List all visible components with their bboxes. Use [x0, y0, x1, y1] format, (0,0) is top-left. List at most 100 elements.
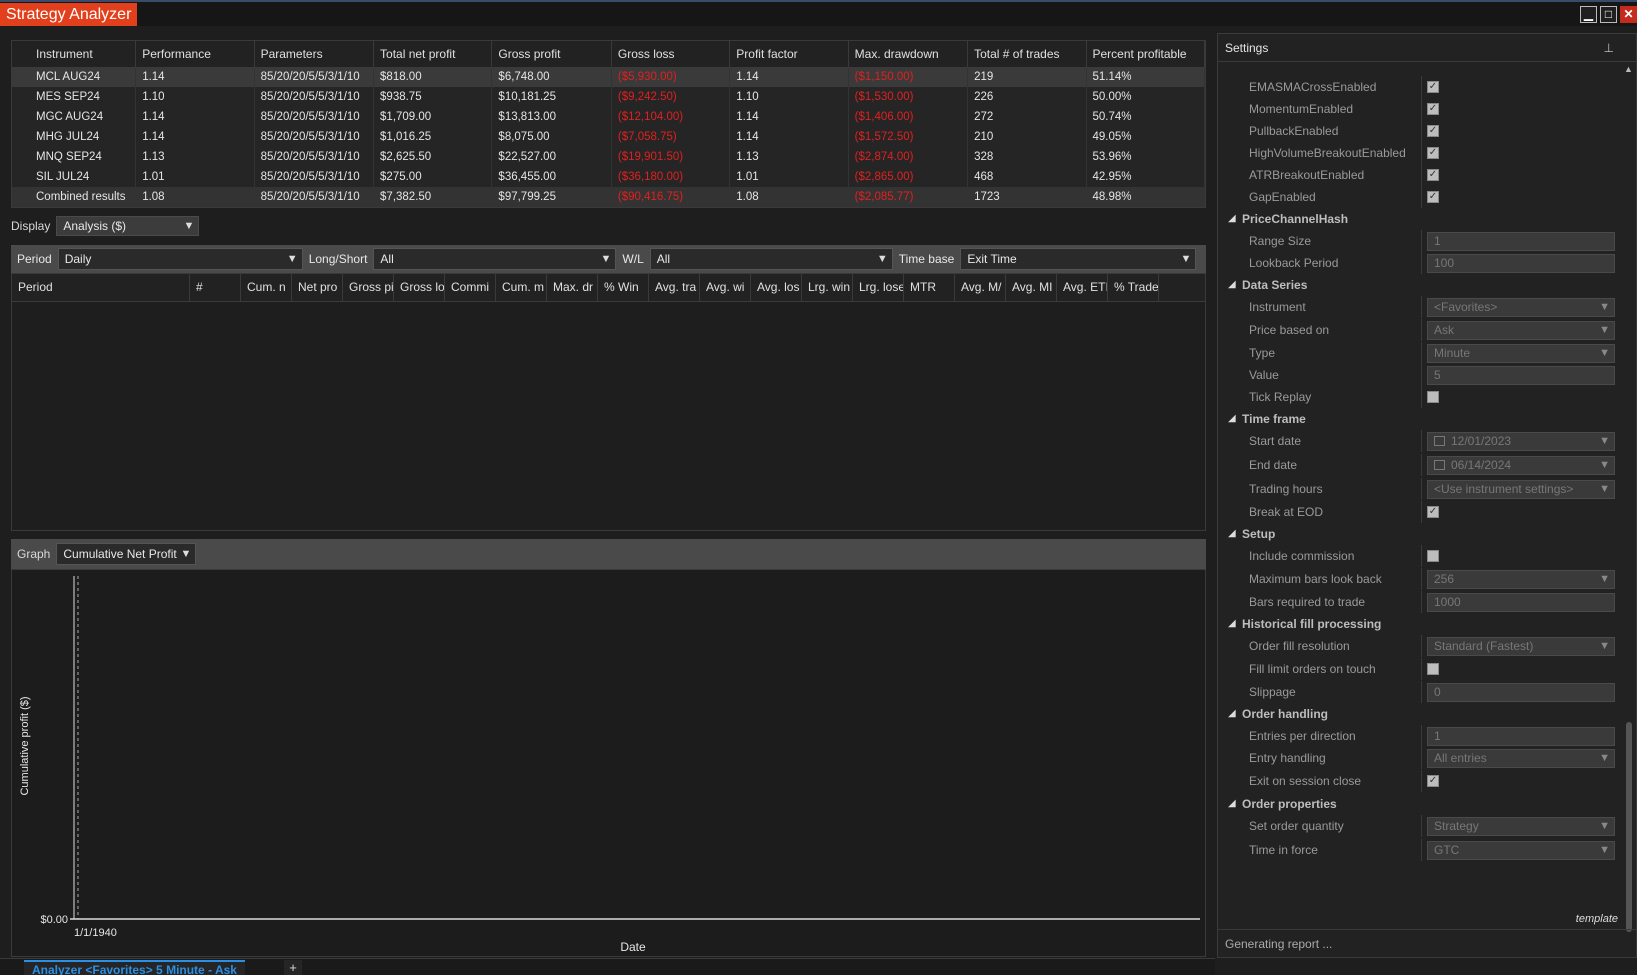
settings-checkbox[interactable]: ✓	[1427, 147, 1439, 159]
settings-select[interactable]: GTC ▼	[1427, 841, 1615, 860]
expand-triangle-icon[interactable]: ◢	[1228, 618, 1236, 629]
results-column-header[interactable]: Profit factor	[729, 41, 849, 68]
scroll-thumb[interactable]	[1626, 722, 1632, 932]
settings-checkbox[interactable]: ✓	[1427, 125, 1439, 137]
scroll-up-icon[interactable]: ▲	[1624, 64, 1633, 74]
graph-type-dropdown[interactable]: Cumulative Net Profit ▼	[56, 543, 197, 565]
settings-category[interactable]: ◢ Order properties	[1218, 793, 1622, 815]
settings-select[interactable]: 06/14/2024 ▼	[1427, 456, 1615, 475]
settings-select[interactable]: All entries ▼	[1427, 749, 1615, 768]
settings-checkbox[interactable]	[1427, 550, 1439, 562]
results-column-header[interactable]: Max. drawdown	[848, 41, 969, 68]
settings-category[interactable]: ◢ Historical fill processing	[1218, 613, 1622, 635]
period-column-header[interactable]: Avg. wi	[700, 274, 751, 301]
settings-select[interactable]: Ask ▼	[1427, 321, 1615, 340]
period-column-header[interactable]: % Win	[598, 274, 649, 301]
settings-category[interactable]: ◢ Data Series	[1218, 274, 1622, 296]
maximize-button[interactable]: □	[1600, 6, 1617, 23]
settings-text-field[interactable]: 1	[1427, 727, 1615, 746]
settings-text-field[interactable]: 1000	[1427, 593, 1615, 612]
results-column-header[interactable]: Gross loss	[611, 41, 731, 68]
results-cell: 1.01	[729, 167, 849, 187]
period-column-header[interactable]: Lrg. lose	[853, 274, 904, 301]
results-row[interactable]: Combined results 1.08 85/20/20/5/5/3/1/10 $…	[12, 187, 1205, 207]
longshort-dropdown[interactable]: All ▼	[373, 248, 617, 270]
results-row[interactable]: SIL JUL24 1.01 85/20/20/5/5/3/1/10 $275.00 $…	[12, 167, 1205, 187]
period-column-header[interactable]: Avg. ETI	[1057, 274, 1108, 301]
settings-text-field[interactable]: 5	[1427, 366, 1615, 385]
template-link[interactable]: template	[1576, 913, 1618, 925]
expand-triangle-icon[interactable]: ◢	[1228, 798, 1236, 809]
settings-text-field[interactable]: 100	[1427, 254, 1615, 273]
period-column-header[interactable]: Cum. m	[496, 274, 547, 301]
period-column-header[interactable]: Avg. MI	[1006, 274, 1057, 301]
settings-value: 256	[1434, 572, 1455, 586]
settings-checkbox[interactable]: ✓	[1427, 506, 1439, 518]
results-column-header[interactable]: Instrument	[12, 41, 137, 68]
settings-text-field[interactable]: 1	[1427, 232, 1615, 251]
results-column-header[interactable]: Total # of trades	[967, 41, 1087, 68]
period-column-header[interactable]: #	[190, 274, 241, 301]
settings-checkbox[interactable]: ✓	[1427, 103, 1439, 115]
settings-category[interactable]: ◢ Time frame	[1218, 408, 1622, 430]
display-dropdown[interactable]: Analysis ($) ▼	[56, 216, 200, 236]
settings-select[interactable]: Standard (Fastest) ▼	[1427, 637, 1615, 656]
expand-triangle-icon[interactable]: ◢	[1228, 413, 1236, 424]
analyzer-tab[interactable]: Analyzer <Favorites> 5 Minute - Ask	[24, 960, 245, 975]
period-dropdown[interactable]: Daily ▼	[57, 248, 303, 270]
settings-select[interactable]: Strategy ▼	[1427, 817, 1615, 836]
expand-triangle-icon[interactable]: ◢	[1228, 279, 1236, 290]
results-column-header[interactable]: Parameters	[254, 41, 375, 68]
period-column-header[interactable]: Cum. n	[241, 274, 292, 301]
settings-checkbox[interactable]	[1427, 391, 1439, 403]
pin-icon[interactable]: ⊥	[1604, 34, 1614, 62]
results-column-header[interactable]: Total net profit	[373, 41, 493, 68]
results-row[interactable]: MNQ SEP24 1.13 85/20/20/5/5/3/1/10 $2,625.5…	[12, 147, 1205, 167]
period-column-header[interactable]: Max. dr	[547, 274, 598, 301]
settings-checkbox[interactable]	[1427, 663, 1439, 675]
results-row[interactable]: MCL AUG24 1.14 85/20/20/5/5/3/1/10 $818.00 $…	[12, 67, 1205, 87]
settings-checkbox[interactable]: ✓	[1427, 81, 1439, 93]
display-label: Display	[11, 219, 51, 233]
period-column-header[interactable]: Avg. tra	[649, 274, 700, 301]
period-column-header[interactable]: Net pro	[292, 274, 343, 301]
period-column-header[interactable]: % Trade	[1108, 274, 1159, 301]
period-column-header[interactable]: MTR	[904, 274, 955, 301]
wl-dropdown[interactable]: All ▼	[649, 248, 893, 270]
settings-select[interactable]: <Use instrument settings> ▼	[1427, 480, 1615, 499]
period-column-header[interactable]: Gross pi	[343, 274, 394, 301]
settings-select[interactable]: <Favorites> ▼	[1427, 298, 1615, 317]
period-column-header[interactable]: Lrg. win	[802, 274, 853, 301]
period-column-header[interactable]: Commi	[445, 274, 496, 301]
results-column-header[interactable]: Percent profitable	[1086, 41, 1205, 68]
close-button[interactable]: ✕	[1620, 6, 1637, 23]
expand-triangle-icon[interactable]: ◢	[1228, 528, 1236, 539]
expand-triangle-icon[interactable]: ◢	[1228, 708, 1236, 719]
settings-category[interactable]: ◢ Order handling	[1218, 703, 1622, 725]
settings-checkbox[interactable]: ✓	[1427, 169, 1439, 181]
settings-checkbox[interactable]: ✓	[1427, 191, 1439, 203]
settings-select[interactable]: 12/01/2023 ▼	[1427, 432, 1615, 451]
minimize-button[interactable]: ▁	[1580, 6, 1597, 23]
add-tab-button[interactable]: +	[284, 960, 302, 975]
results-cell: ($12,104.00)	[611, 107, 731, 127]
settings-text-field[interactable]: 0	[1427, 683, 1615, 702]
timebase-dropdown[interactable]: Exit Time ▼	[960, 248, 1197, 270]
period-column-header[interactable]: Avg. los	[751, 274, 802, 301]
settings-category[interactable]: ◢ Setup	[1218, 523, 1622, 545]
results-row[interactable]: MGC AUG24 1.14 85/20/20/5/5/3/1/10 $1,709.0…	[12, 107, 1205, 127]
results-column-header[interactable]: Gross profit	[491, 41, 612, 68]
period-column-header[interactable]: Period	[12, 274, 190, 301]
settings-category[interactable]: ◢ PriceChannelHash	[1218, 208, 1622, 230]
window-title: Strategy Analyzer	[0, 3, 138, 26]
expand-triangle-icon[interactable]: ◢	[1228, 213, 1236, 224]
results-row[interactable]: MHG JUL24 1.14 85/20/20/5/5/3/1/10 $1,016.2…	[12, 127, 1205, 147]
results-column-header[interactable]: Performance	[135, 41, 255, 68]
settings-select[interactable]: Minute ▼	[1427, 344, 1615, 363]
settings-select[interactable]: 256 ▼	[1427, 570, 1615, 589]
results-row[interactable]: MES SEP24 1.10 85/20/20/5/5/3/1/10 $938.75 $…	[12, 87, 1205, 107]
settings-checkbox[interactable]: ✓	[1427, 775, 1439, 787]
period-column-header[interactable]: Gross lo	[394, 274, 445, 301]
settings-scrollbar[interactable]: ▲	[1624, 64, 1634, 941]
period-column-header[interactable]: Avg. M/	[955, 274, 1006, 301]
